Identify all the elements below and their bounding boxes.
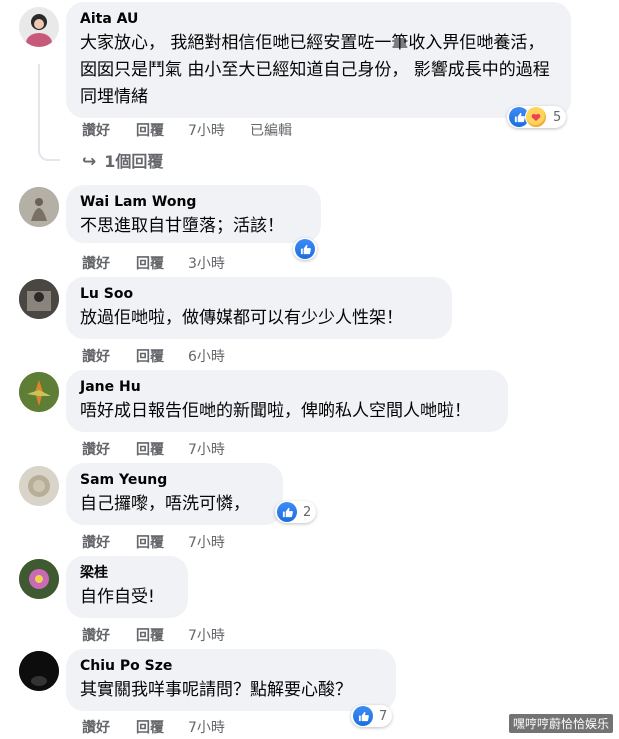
avatar[interactable] xyxy=(19,7,59,47)
like-button[interactable]: 讚好 xyxy=(82,625,136,645)
avatar[interactable] xyxy=(19,372,59,412)
comment-bubble: 梁桂 自作自受! xyxy=(66,556,188,618)
reply-thread-line xyxy=(38,64,60,161)
care-icon xyxy=(525,106,547,128)
reaction-summary[interactable]: 5 xyxy=(507,106,567,128)
comment-actions: 讚好 回覆 7小時 xyxy=(82,439,250,459)
reaction-summary[interactable]: 7 xyxy=(351,705,393,727)
commenter-name[interactable]: Chiu Po Sze xyxy=(80,657,382,676)
reply-button[interactable]: 回覆 xyxy=(136,625,188,645)
comment-text: 不思進取自甘墮落；活該！ xyxy=(80,216,284,236)
comment-actions: 讚好 回覆 7小時 已編輯 xyxy=(82,120,292,140)
comment-bubble: Sam Yeung 自己攞嚟，唔洗可憐， xyxy=(66,463,283,525)
commenter-name[interactable]: 梁桂 xyxy=(80,564,174,583)
like-button[interactable]: 讚好 xyxy=(82,253,136,273)
avatar[interactable] xyxy=(19,466,59,506)
timestamp[interactable]: 3小時 xyxy=(188,253,250,273)
reaction-summary[interactable]: 2 xyxy=(275,501,317,523)
comment-bubble: Aita AU 大家放心， 我絕對相信佢哋已經安置咗一筆收入畀佢哋養活， 囡囡只… xyxy=(66,2,571,118)
avatar[interactable] xyxy=(19,279,59,319)
timestamp[interactable]: 7小時 xyxy=(188,439,250,459)
comment-bubble: Jane Hu 唔好成日報告佢哋的新聞啦，俾啲私人空間人哋啦！ xyxy=(66,370,508,432)
timestamp[interactable]: 7小時 xyxy=(188,532,250,552)
comment-text: 放過佢哋啦，做傳媒都可以有少少人性架！ xyxy=(80,308,403,328)
commenter-name[interactable]: Wai Lam Wong xyxy=(80,193,307,212)
comment-text: 自作自受! xyxy=(80,587,155,607)
commenter-name[interactable]: Aita AU xyxy=(80,10,557,29)
like-icon xyxy=(295,239,315,259)
comment-actions: 讚好 回覆 7小時 xyxy=(82,625,250,645)
timestamp[interactable]: 7小時 xyxy=(188,717,250,737)
comment-text: 大家放心， 我絕對相信佢哋已經安置咗一筆收入畀佢哋養活， 囡囡只是鬥氣 由小至大… xyxy=(80,33,550,107)
comment-actions: 讚好 回覆 3小時 xyxy=(82,253,250,273)
like-button[interactable]: 讚好 xyxy=(82,439,136,459)
comment-text: 唔好成日報告佢哋的新聞啦，俾啲私人空間人哋啦！ xyxy=(80,401,471,421)
timestamp[interactable]: 7小時 xyxy=(188,120,250,140)
comment-actions: 讚好 回覆 7小時 xyxy=(82,717,250,737)
avatar[interactable] xyxy=(19,651,59,691)
like-button[interactable]: 讚好 xyxy=(82,532,136,552)
reply-button[interactable]: 回覆 xyxy=(136,439,188,459)
commenter-name[interactable]: Sam Yeung xyxy=(80,471,269,490)
like-icon xyxy=(277,502,297,522)
reaction-count: 5 xyxy=(553,109,562,125)
like-button[interactable]: 讚好 xyxy=(82,346,136,366)
watermark: 嘿哼哼蔚恰恰娱乐 xyxy=(508,714,613,733)
view-replies-link[interactable]: ↪ 1個回覆 xyxy=(82,148,163,172)
comment-bubble: Chiu Po Sze 其實關我咩事呢請問？點解要心酸？ xyxy=(66,649,396,711)
commenter-name[interactable]: Lu Soo xyxy=(80,285,438,304)
comment-text: 自己攞嚟，唔洗可憐， xyxy=(80,494,250,514)
comment-bubble: Lu Soo 放過佢哋啦，做傳媒都可以有少少人性架！ xyxy=(66,277,452,339)
like-button[interactable]: 讚好 xyxy=(82,717,136,737)
avatar[interactable] xyxy=(19,187,59,227)
timestamp[interactable]: 7小時 xyxy=(188,625,250,645)
reply-button[interactable]: 回覆 xyxy=(136,532,188,552)
reply-button[interactable]: 回覆 xyxy=(136,253,188,273)
like-button[interactable]: 讚好 xyxy=(82,120,136,140)
comment-text: 其實關我咩事呢請問？點解要心酸？ xyxy=(80,680,352,700)
comment-bubble: Wai Lam Wong 不思進取自甘墮落；活該！ xyxy=(66,185,321,243)
reaction-count: 2 xyxy=(303,504,312,520)
comment-actions: 讚好 回覆 7小時 xyxy=(82,532,250,552)
comment-actions: 讚好 回覆 6小時 xyxy=(82,346,250,366)
timestamp[interactable]: 6小時 xyxy=(188,346,250,366)
reply-button[interactable]: 回覆 xyxy=(136,120,188,140)
avatar[interactable] xyxy=(19,559,59,599)
commenter-name[interactable]: Jane Hu xyxy=(80,378,494,397)
reply-button[interactable]: 回覆 xyxy=(136,717,188,737)
replies-count-label: 1個回覆 xyxy=(104,152,164,171)
reaction-count: 7 xyxy=(379,708,388,724)
like-icon xyxy=(353,706,373,726)
reply-button[interactable]: 回覆 xyxy=(136,346,188,366)
reply-arrow-icon: ↪ xyxy=(82,152,97,172)
reaction-summary[interactable] xyxy=(293,238,317,260)
edited-label: 已編輯 xyxy=(250,123,292,139)
